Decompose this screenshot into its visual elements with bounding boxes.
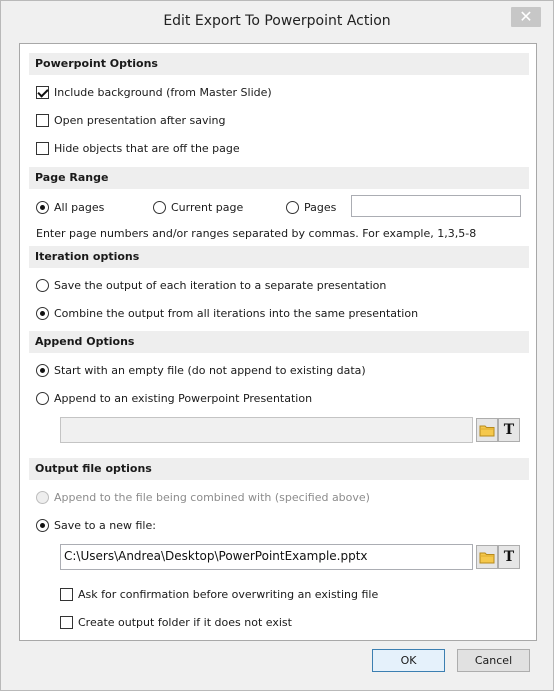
current-page-label: Current page xyxy=(171,200,244,214)
open-presentation-checkbox[interactable] xyxy=(36,113,49,127)
all-pages-radio[interactable] xyxy=(36,200,49,214)
ask-confirmation-label: Ask for confirmation before overwriting … xyxy=(78,587,379,601)
hide-objects-option[interactable]: Hide objects that are off the page xyxy=(36,139,240,157)
options-panel: Powerpoint Options Include background (f… xyxy=(19,43,537,641)
include-background-label: Include background (from Master Slide) xyxy=(54,85,272,99)
ask-confirmation-option[interactable]: Ask for confirmation before overwriting … xyxy=(60,585,378,603)
pages-input[interactable] xyxy=(351,195,521,217)
close-button[interactable]: ✕ xyxy=(511,7,541,27)
current-page-option[interactable]: Current page xyxy=(153,198,243,216)
folder-icon xyxy=(479,425,495,436)
pages-label: Pages xyxy=(304,200,337,214)
append-combined-radio xyxy=(36,490,49,504)
empty-file-option[interactable]: Start with an empty file (do not append … xyxy=(36,361,366,379)
pages-radio[interactable] xyxy=(286,200,299,214)
text-icon: T xyxy=(503,549,515,565)
open-presentation-label: Open presentation after saving xyxy=(54,113,226,127)
browse-existing-button[interactable] xyxy=(476,418,498,442)
pages-option[interactable]: Pages xyxy=(286,198,336,216)
hide-objects-label: Hide objects that are off the page xyxy=(54,141,240,155)
current-page-radio[interactable] xyxy=(153,200,166,214)
section-header-page-range: Page Range xyxy=(29,167,529,189)
combine-output-label: Combine the output from all iterations i… xyxy=(54,306,419,320)
save-new-file-radio[interactable] xyxy=(36,518,49,532)
all-pages-label: All pages xyxy=(54,200,105,214)
include-background-checkbox[interactable] xyxy=(36,85,49,99)
dialog-title: Edit Export To Powerpoint Action xyxy=(163,13,391,29)
section-header-powerpoint-options: Powerpoint Options xyxy=(29,53,529,75)
cancel-button[interactable]: Cancel xyxy=(457,649,530,672)
hide-objects-checkbox[interactable] xyxy=(36,141,49,155)
section-header-append-options: Append Options xyxy=(29,331,529,353)
separate-presentation-option[interactable]: Save the output of each iteration to a s… xyxy=(36,276,386,294)
ask-confirmation-checkbox[interactable] xyxy=(60,587,73,601)
append-combined-option: Append to the file being combined with (… xyxy=(36,488,370,506)
existing-presentation-path-input[interactable] xyxy=(60,417,473,443)
ok-button[interactable]: OK xyxy=(372,649,445,672)
combine-output-radio[interactable] xyxy=(36,306,49,320)
separate-presentation-label: Save the output of each iteration to a s… xyxy=(54,278,387,292)
append-existing-option[interactable]: Append to an existing Powerpoint Present… xyxy=(36,389,312,407)
folder-icon xyxy=(479,552,495,563)
include-background-option[interactable]: Include background (from Master Slide) xyxy=(36,83,272,101)
section-header-output-file-options: Output file options xyxy=(29,458,529,480)
insert-text-output-button[interactable]: T xyxy=(498,545,520,569)
save-new-file-label: Save to a new file: xyxy=(54,518,156,532)
title-bar: Edit Export To Powerpoint Action ✕ xyxy=(1,1,553,41)
browse-output-button[interactable] xyxy=(476,545,498,569)
dialog-window: Edit Export To Powerpoint Action ✕ Power… xyxy=(0,0,554,691)
all-pages-option[interactable]: All pages xyxy=(36,198,104,216)
separate-presentation-radio[interactable] xyxy=(36,278,49,292)
create-folder-label: Create output folder if it does not exis… xyxy=(78,615,292,629)
text-icon: T xyxy=(503,422,515,438)
page-range-hint-text: Enter page numbers and/or ranges separat… xyxy=(36,226,477,240)
append-existing-radio[interactable] xyxy=(36,391,49,405)
empty-file-radio[interactable] xyxy=(36,363,49,377)
output-file-path-input[interactable]: C:\Users\Andrea\Desktop\PowerPointExampl… xyxy=(60,544,473,570)
create-folder-option[interactable]: Create output folder if it does not exis… xyxy=(60,613,292,631)
close-icon: ✕ xyxy=(519,7,533,26)
combine-output-option[interactable]: Combine the output from all iterations i… xyxy=(36,304,418,322)
append-combined-label: Append to the file being combined with (… xyxy=(54,490,370,504)
empty-file-label: Start with an empty file (do not append … xyxy=(54,363,366,377)
create-folder-checkbox[interactable] xyxy=(60,615,73,629)
open-presentation-option[interactable]: Open presentation after saving xyxy=(36,111,226,129)
append-existing-label: Append to an existing Powerpoint Present… xyxy=(54,391,313,405)
insert-text-existing-button[interactable]: T xyxy=(498,418,520,442)
page-range-hint: Enter page numbers and/or ranges separat… xyxy=(36,224,476,242)
save-new-file-option[interactable]: Save to a new file: xyxy=(36,516,156,534)
section-header-iteration-options: Iteration options xyxy=(29,246,529,268)
